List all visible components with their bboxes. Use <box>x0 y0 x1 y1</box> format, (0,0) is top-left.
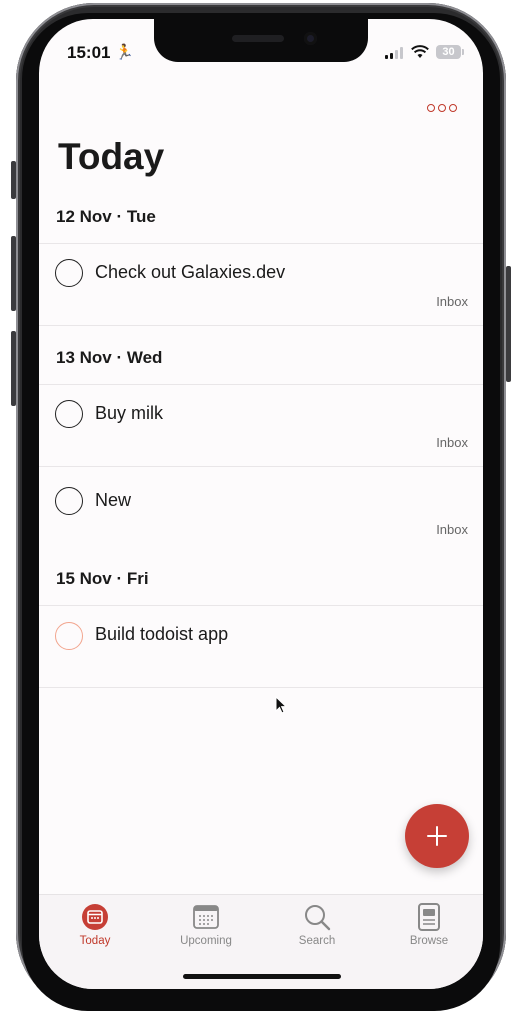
calendar-today-icon <box>82 904 108 930</box>
task-checkbox[interactable] <box>55 487 83 515</box>
cellular-signal-icon <box>385 47 405 59</box>
task-title: Build todoist app <box>95 624 229 644</box>
power-button <box>506 266 511 382</box>
volume-down-button <box>11 331 16 406</box>
task-project: Inbox <box>436 294 468 309</box>
silent-switch <box>11 161 16 199</box>
mouse-cursor-icon <box>275 696 287 714</box>
tab-label: Browse <box>409 935 449 947</box>
divider <box>39 325 483 326</box>
volume-up-button <box>11 236 16 311</box>
tab-today[interactable]: Today <box>45 903 145 947</box>
task-item[interactable]: Check out Galaxies.dev Inbox <box>39 244 483 324</box>
date-header: 15 Nov · Fri <box>56 569 149 588</box>
tab-label: Search <box>298 935 336 947</box>
battery-icon: 30 <box>436 45 464 59</box>
add-task-button[interactable] <box>405 804 469 868</box>
task-project: Inbox <box>436 435 468 450</box>
tab-label: Today <box>79 935 111 947</box>
task-item[interactable]: New Inbox <box>39 467 483 547</box>
task-title: Buy milk <box>95 403 164 423</box>
fitness-running-icon: 🏃 <box>115 44 134 61</box>
status-time: 15:01 <box>67 43 111 62</box>
app-screen: 15:01 🏃 30 Today 12 Nov · Tue Check out … <box>39 19 483 989</box>
home-indicator[interactable] <box>183 974 341 979</box>
page-title: Today <box>58 136 165 177</box>
task-checkbox[interactable] <box>55 259 83 287</box>
task-title: Check out Galaxies.dev <box>95 262 286 282</box>
divider <box>39 687 483 688</box>
calendar-grid-icon <box>193 905 219 929</box>
tab-browse[interactable]: Browse <box>379 903 479 947</box>
tab-search[interactable]: Search <box>267 903 367 947</box>
tab-label: Upcoming <box>180 935 232 947</box>
date-header: 12 Nov · Tue <box>56 207 156 226</box>
task-checkbox[interactable] <box>55 400 83 428</box>
status-bar: 15:01 🏃 30 <box>39 41 483 63</box>
browse-icon <box>418 903 440 931</box>
date-header: 13 Nov · Wed <box>56 348 163 367</box>
wifi-icon <box>411 45 429 58</box>
more-options-icon[interactable] <box>427 103 457 113</box>
task-item[interactable]: Buy milk Inbox <box>39 385 483 465</box>
task-item[interactable]: Build todoist app <box>39 606 483 686</box>
task-project: Inbox <box>436 522 468 537</box>
task-title: New <box>95 490 132 510</box>
task-checkbox[interactable] <box>55 622 83 650</box>
tab-upcoming[interactable]: Upcoming <box>156 903 256 947</box>
search-icon <box>305 905 331 931</box>
